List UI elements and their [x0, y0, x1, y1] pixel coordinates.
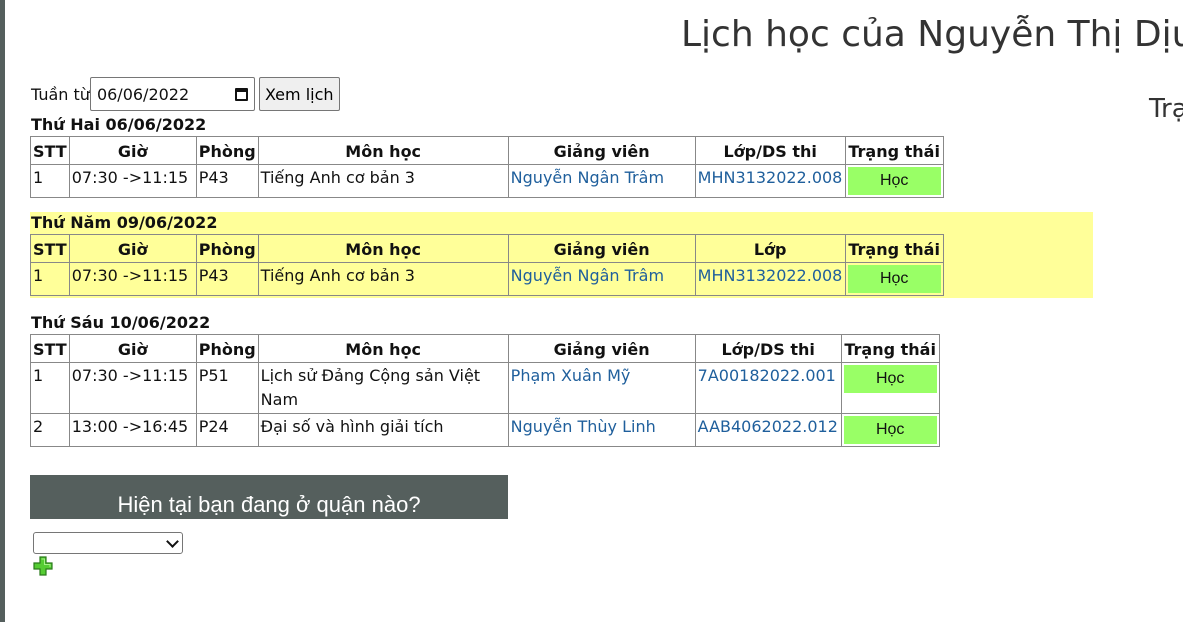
cell-class: 7A00182022.001: [694, 362, 842, 414]
header-class: Lớp/DS thi: [694, 334, 842, 363]
day-title: Thứ Năm 09/06/2022: [31, 213, 218, 232]
page-title: Lịch học của Nguyễn Thị Dịu: [681, 14, 1183, 55]
cell-room: P43: [195, 262, 259, 296]
header-teacher: Giảng viên: [507, 234, 696, 263]
schedule-table: STT Giờ Phòng Môn học Giảng viên Lớp Trạ…: [30, 234, 944, 296]
cell-class: MHN3132022.008: [694, 262, 846, 296]
header-room: Phòng: [195, 334, 259, 363]
header-stt: STT: [30, 234, 70, 263]
cell-class: MHN3132022.008: [694, 164, 846, 198]
header-subject: Môn học: [257, 234, 509, 263]
cell-stt: 2: [30, 413, 70, 447]
cell-room: P43: [195, 164, 259, 198]
cell-time: 07:30 ->11:15: [68, 164, 197, 198]
week-form: Tuần từ 06/06/2022 Xem lịch: [31, 76, 340, 112]
cell-room: P51: [195, 362, 259, 414]
day-block-friday: Thứ Sáu 10/06/2022 STT Giờ Phòng Môn học…: [30, 312, 940, 447]
teacher-link[interactable]: Phạm Xuân Mỹ: [511, 366, 631, 385]
table-row: 1 07:30 ->11:15 P51 Lịch sử Đảng Cộng sả…: [30, 362, 940, 414]
week-date-value: 06/06/2022: [96, 84, 190, 104]
header-time: Giờ: [68, 136, 197, 165]
header-stt: STT: [30, 136, 70, 165]
cell-status: Học: [840, 413, 940, 447]
day-block-monday: Thứ Hai 06/06/2022 STT Giờ Phòng Môn học…: [30, 114, 944, 198]
district-question-panel: Hiện tại bạn đang ở quận nào?: [30, 475, 508, 519]
cell-subject: Tiếng Anh cơ bản 3: [257, 262, 509, 296]
cell-status: Học: [840, 362, 940, 414]
teacher-link[interactable]: Nguyễn Ngân Trâm: [511, 168, 664, 187]
header-room: Phòng: [195, 234, 259, 263]
cell-time: 07:30 ->11:15: [68, 362, 197, 414]
schedule-table: STT Giờ Phòng Môn học Giảng viên Lớp/DS …: [30, 334, 940, 447]
cell-time: 13:00 ->16:45: [68, 413, 197, 447]
chevron-down-icon: [166, 535, 179, 548]
cell-time: 07:30 ->11:15: [68, 262, 197, 296]
cell-subject: Đại số và hình giải tích: [257, 413, 509, 447]
cell-stt: 1: [30, 164, 70, 198]
header-status: Trạng thái: [844, 136, 944, 165]
header-status: Trạng thái: [840, 334, 940, 363]
class-link[interactable]: 7A00182022.001: [698, 366, 836, 385]
cell-status: Học: [844, 262, 944, 296]
schedule-table: STT Giờ Phòng Môn học Giảng viên Lớp/DS …: [30, 136, 944, 198]
table-header-row: STT Giờ Phòng Môn học Giảng viên Lớp/DS …: [30, 334, 940, 363]
table-row: 2 13:00 ->16:45 P24 Đại số và hình giải …: [30, 413, 940, 447]
teacher-link[interactable]: Nguyễn Ngân Trâm: [511, 266, 664, 285]
side-panel-heading: Trạ: [1149, 94, 1183, 124]
cell-subject: Tiếng Anh cơ bản 3: [257, 164, 509, 198]
header-time: Giờ: [68, 334, 197, 363]
teacher-link[interactable]: Nguyễn Thùy Linh: [511, 417, 656, 436]
class-link[interactable]: AAB4062022.012: [698, 417, 838, 436]
header-subject: Môn học: [257, 136, 509, 165]
status-badge: Học: [843, 365, 937, 393]
header-status: Trạng thái: [844, 234, 944, 263]
calendar-icon[interactable]: [234, 87, 248, 101]
table-row: 1 07:30 ->11:15 P43 Tiếng Anh cơ bản 3 N…: [30, 262, 944, 296]
class-link[interactable]: MHN3132022.008: [698, 168, 843, 187]
header-room: Phòng: [195, 136, 259, 165]
header-class: Lớp: [694, 234, 846, 263]
cell-room: P24: [195, 413, 259, 447]
table-header-row: STT Giờ Phòng Môn học Giảng viên Lớp Trạ…: [30, 234, 944, 263]
cell-stt: 1: [30, 362, 70, 414]
cell-teacher: Phạm Xuân Mỹ: [507, 362, 696, 414]
header-time: Giờ: [68, 234, 197, 263]
district-select[interactable]: [33, 532, 183, 554]
cell-class: AAB4062022.012: [694, 413, 842, 447]
header-subject: Môn học: [257, 334, 509, 363]
week-date-input[interactable]: 06/06/2022: [89, 77, 255, 111]
header-stt: STT: [30, 334, 70, 363]
header-class: Lớp/DS thi: [694, 136, 846, 165]
day-block-thursday: Thứ Năm 09/06/2022 STT Giờ Phòng Môn học…: [30, 212, 1093, 298]
week-label: Tuần từ: [31, 84, 90, 104]
district-question: Hiện tại bạn đang ở quận nào?: [117, 492, 421, 517]
plus-icon[interactable]: [33, 556, 53, 576]
table-header-row: STT Giờ Phòng Môn học Giảng viên Lớp/DS …: [30, 136, 944, 165]
cell-status: Học: [844, 164, 944, 198]
cell-subject: Lịch sử Đảng Cộng sản Việt Nam: [257, 362, 509, 414]
cell-stt: 1: [30, 262, 70, 296]
status-badge: Học: [847, 167, 941, 195]
cell-teacher: Nguyễn Ngân Trâm: [507, 262, 696, 296]
left-edge-bar: [0, 0, 5, 622]
header-teacher: Giảng viên: [507, 136, 696, 165]
cell-teacher: Nguyễn Thùy Linh: [507, 413, 696, 447]
table-row: 1 07:30 ->11:15 P43 Tiếng Anh cơ bản 3 N…: [30, 164, 944, 198]
status-badge: Học: [847, 265, 941, 293]
status-badge: Học: [843, 416, 937, 444]
view-schedule-button[interactable]: Xem lịch: [258, 77, 340, 111]
day-title: Thứ Sáu 10/06/2022: [31, 313, 211, 332]
header-teacher: Giảng viên: [507, 334, 696, 363]
day-title: Thứ Hai 06/06/2022: [31, 115, 207, 134]
class-link[interactable]: MHN3132022.008: [698, 266, 843, 285]
cell-teacher: Nguyễn Ngân Trâm: [507, 164, 696, 198]
